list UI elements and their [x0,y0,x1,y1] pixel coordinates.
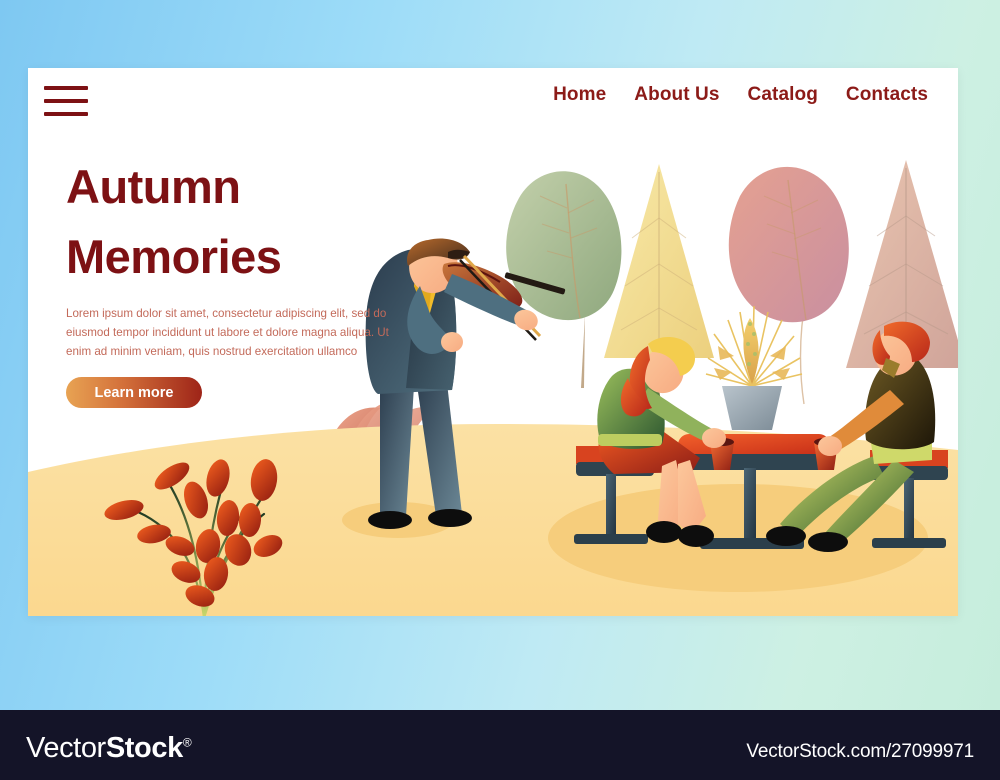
nav-item-about-us[interactable]: About Us [634,84,719,106]
potted-plant [705,305,803,430]
hamburger-bar-2 [44,99,88,103]
watermark-url: VectorStock.com/27099971 [746,741,974,762]
landing-page-card: Home About Us Catalog Contacts Autumn Me… [28,68,958,616]
nav-item-catalog[interactable]: Catalog [748,84,818,106]
registered-trademark-icon: ® [182,735,192,750]
page-title-line-2: Memories [66,229,282,283]
page-title-line-1: Autumn [66,160,241,213]
hamburger-bar-1 [44,86,88,90]
hamburger-bar-3 [44,112,88,116]
hero-paragraph: Lorem ipsum dolor sit amet, consectetur … [66,307,389,358]
watermark-footer: VectorStock® VectorStock.com/27099971 [0,710,1000,780]
vectorstock-logo: VectorStock® [26,732,192,765]
learn-more-button[interactable]: Learn more [66,377,202,408]
main-navigation: Home About Us Catalog Contacts [553,84,928,106]
nav-item-home[interactable]: Home [553,84,606,106]
logo-text-bold: Stock [105,732,183,764]
page-title: Autumn Memories [66,152,282,291]
hamburger-menu-button[interactable] [44,86,88,116]
logo-text-light: Vector [26,732,106,764]
screenshot-root: Home About Us Catalog Contacts Autumn Me… [0,0,1000,780]
nav-item-contacts[interactable]: Contacts [846,84,928,106]
